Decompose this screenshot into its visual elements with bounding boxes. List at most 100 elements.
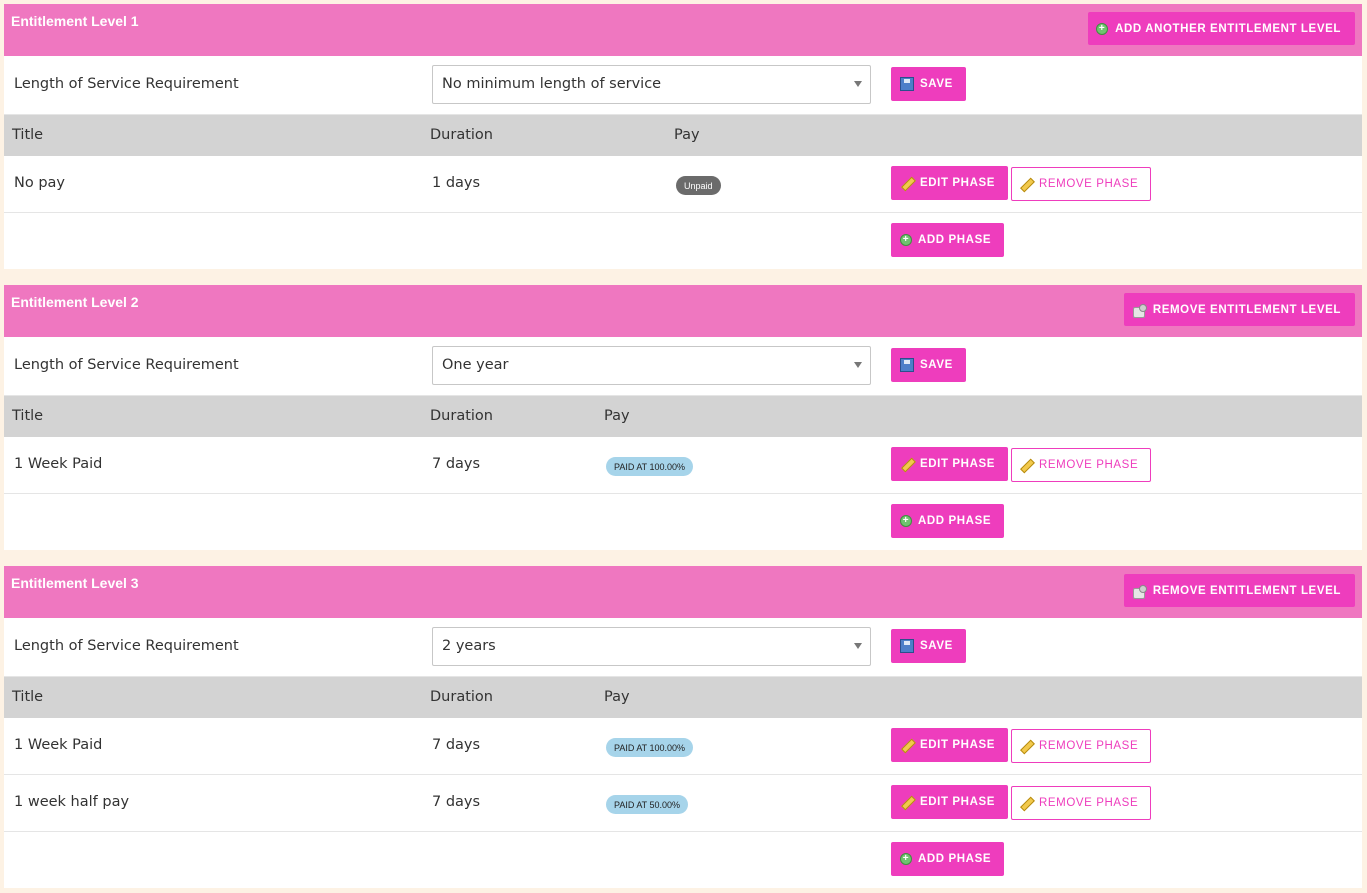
remove-phase-button[interactable]: REMOVE PHASE: [1011, 167, 1152, 201]
entitlement-level-3: Entitlement Level 3 REMOVE ENTITLEMENT L…: [4, 566, 1362, 888]
column-title: Title: [12, 689, 44, 705]
los-select-value: No minimum length of service: [442, 76, 662, 92]
button-label: REMOVE ENTITLEMENT LEVEL: [1152, 303, 1341, 316]
add-phase-row: + ADD PHASE: [4, 832, 1362, 888]
remove-phase-button[interactable]: REMOVE PHASE: [1011, 786, 1152, 820]
add-icon: +: [1096, 22, 1109, 35]
add-phase-button[interactable]: + ADD PHASE: [891, 223, 1005, 257]
phase-table-header: Title Duration Pay: [4, 115, 1362, 156]
length-of-service-row: Length of Service Requirement No minimum…: [4, 56, 1362, 115]
button-label: REMOVE PHASE: [1039, 797, 1139, 809]
edit-phase-button[interactable]: EDIT PHASE: [891, 447, 1009, 481]
save-button[interactable]: SAVE: [891, 67, 966, 101]
column-title: Title: [12, 127, 44, 143]
button-label: ADD PHASE: [918, 515, 992, 527]
button-label: ADD ANOTHER ENTITLEMENT LEVEL: [1115, 22, 1341, 35]
pencil-icon: [1019, 177, 1033, 191]
pencil-icon: [900, 176, 914, 190]
phase-duration: 1 days: [432, 175, 481, 191]
level-header: Entitlement Level 2 REMOVE ENTITLEMENT L…: [4, 285, 1362, 337]
add-phase-button[interactable]: + ADD PHASE: [891, 842, 1005, 876]
button-label: SAVE: [920, 640, 953, 652]
level-header: Entitlement Level 3 REMOVE ENTITLEMENT L…: [4, 566, 1362, 618]
pencil-icon: [1019, 739, 1033, 753]
chevron-down-icon: [854, 362, 862, 368]
los-select[interactable]: 2 years: [432, 627, 871, 666]
level-header: Entitlement Level 1 + ADD ANOTHER ENTITL…: [4, 4, 1362, 56]
los-label: Length of Service Requirement: [14, 357, 239, 373]
chevron-down-icon: [854, 643, 862, 649]
edit-phase-button[interactable]: EDIT PHASE: [891, 728, 1009, 762]
phase-duration: 7 days: [432, 794, 481, 810]
chevron-down-icon: [854, 81, 862, 87]
button-label: REMOVE PHASE: [1039, 178, 1139, 190]
column-pay: Pay: [604, 689, 630, 705]
phase-duration: 7 days: [432, 456, 481, 472]
save-icon: [900, 358, 914, 372]
add-entitlement-level-button[interactable]: + ADD ANOTHER ENTITLEMENT LEVEL: [1088, 12, 1355, 45]
phase-table-header: Title Duration Pay: [4, 396, 1362, 437]
column-pay: Pay: [674, 127, 700, 143]
button-label: SAVE: [920, 359, 953, 371]
column-duration: Duration: [430, 408, 493, 424]
los-select-value: 2 years: [442, 638, 496, 654]
add-icon: +: [900, 853, 912, 865]
save-button[interactable]: SAVE: [891, 348, 966, 382]
button-label: EDIT PHASE: [920, 739, 996, 751]
entitlement-level-2: Entitlement Level 2 REMOVE ENTITLEMENT L…: [4, 285, 1362, 550]
save-icon: [900, 77, 914, 91]
pencil-icon: [1019, 796, 1033, 810]
phase-table-header: Title Duration Pay: [4, 677, 1362, 718]
pencil-icon: [900, 457, 914, 471]
table-row: 1 week half pay 7 days PAID AT 50.00% ED…: [4, 775, 1362, 832]
length-of-service-row: Length of Service Requirement 2 years SA…: [4, 618, 1362, 677]
phase-title: 1 week half pay: [14, 794, 130, 810]
add-phase-button[interactable]: + ADD PHASE: [891, 504, 1005, 538]
length-of-service-row: Length of Service Requirement One year S…: [4, 337, 1362, 396]
button-label: ADD PHASE: [918, 234, 992, 246]
button-label: EDIT PHASE: [920, 458, 996, 470]
column-title: Title: [12, 408, 44, 424]
button-label: REMOVE PHASE: [1039, 459, 1139, 471]
delete-icon: [1132, 303, 1147, 318]
column-pay: Pay: [604, 408, 630, 424]
table-row: No pay 1 days Unpaid EDIT PHASE REMOVE P…: [4, 156, 1362, 213]
phase-duration: 7 days: [432, 737, 481, 753]
button-label: ADD PHASE: [918, 853, 992, 865]
delete-icon: [1132, 584, 1147, 599]
add-phase-row: + ADD PHASE: [4, 213, 1362, 269]
pay-badge: PAID AT 50.00%: [606, 795, 689, 814]
los-select[interactable]: No minimum length of service: [432, 65, 871, 104]
button-label: REMOVE ENTITLEMENT LEVEL: [1152, 584, 1341, 597]
pay-badge: PAID AT 100.00%: [606, 738, 694, 757]
remove-entitlement-level-button[interactable]: REMOVE ENTITLEMENT LEVEL: [1123, 293, 1355, 326]
button-label: EDIT PHASE: [920, 177, 996, 189]
edit-phase-button[interactable]: EDIT PHASE: [891, 166, 1009, 200]
remove-phase-button[interactable]: REMOVE PHASE: [1011, 448, 1152, 482]
edit-phase-button[interactable]: EDIT PHASE: [891, 785, 1009, 819]
pencil-icon: [900, 738, 914, 752]
pencil-icon: [900, 795, 914, 809]
column-duration: Duration: [430, 127, 493, 143]
remove-phase-button[interactable]: REMOVE PHASE: [1011, 729, 1152, 763]
los-label: Length of Service Requirement: [14, 76, 239, 92]
save-button[interactable]: SAVE: [891, 629, 966, 663]
table-row: 1 Week Paid 7 days PAID AT 100.00% EDIT …: [4, 718, 1362, 775]
add-icon: +: [900, 515, 912, 527]
add-phase-row: + ADD PHASE: [4, 494, 1362, 550]
los-label: Length of Service Requirement: [14, 638, 239, 654]
add-icon: +: [900, 234, 912, 246]
entitlement-level-1: Entitlement Level 1 + ADD ANOTHER ENTITL…: [4, 4, 1362, 269]
phase-title: 1 Week Paid: [14, 737, 103, 753]
remove-entitlement-level-button[interactable]: REMOVE ENTITLEMENT LEVEL: [1123, 574, 1355, 607]
save-icon: [900, 639, 914, 653]
table-row: 1 Week Paid 7 days PAID AT 100.00% EDIT …: [4, 437, 1362, 494]
los-select[interactable]: One year: [432, 346, 871, 385]
pay-badge: Unpaid: [676, 176, 721, 195]
column-duration: Duration: [430, 689, 493, 705]
button-label: SAVE: [920, 78, 953, 90]
button-label: EDIT PHASE: [920, 796, 996, 808]
los-select-value: One year: [442, 357, 509, 373]
level-title: Entitlement Level 3: [11, 575, 139, 591]
level-title: Entitlement Level 1: [11, 13, 139, 29]
